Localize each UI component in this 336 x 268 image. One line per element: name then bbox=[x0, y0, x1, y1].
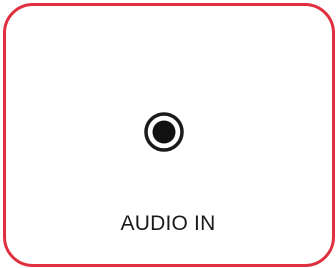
audio-jack-icon bbox=[144, 112, 184, 152]
audio-in-label: AUDIO IN bbox=[120, 212, 216, 235]
